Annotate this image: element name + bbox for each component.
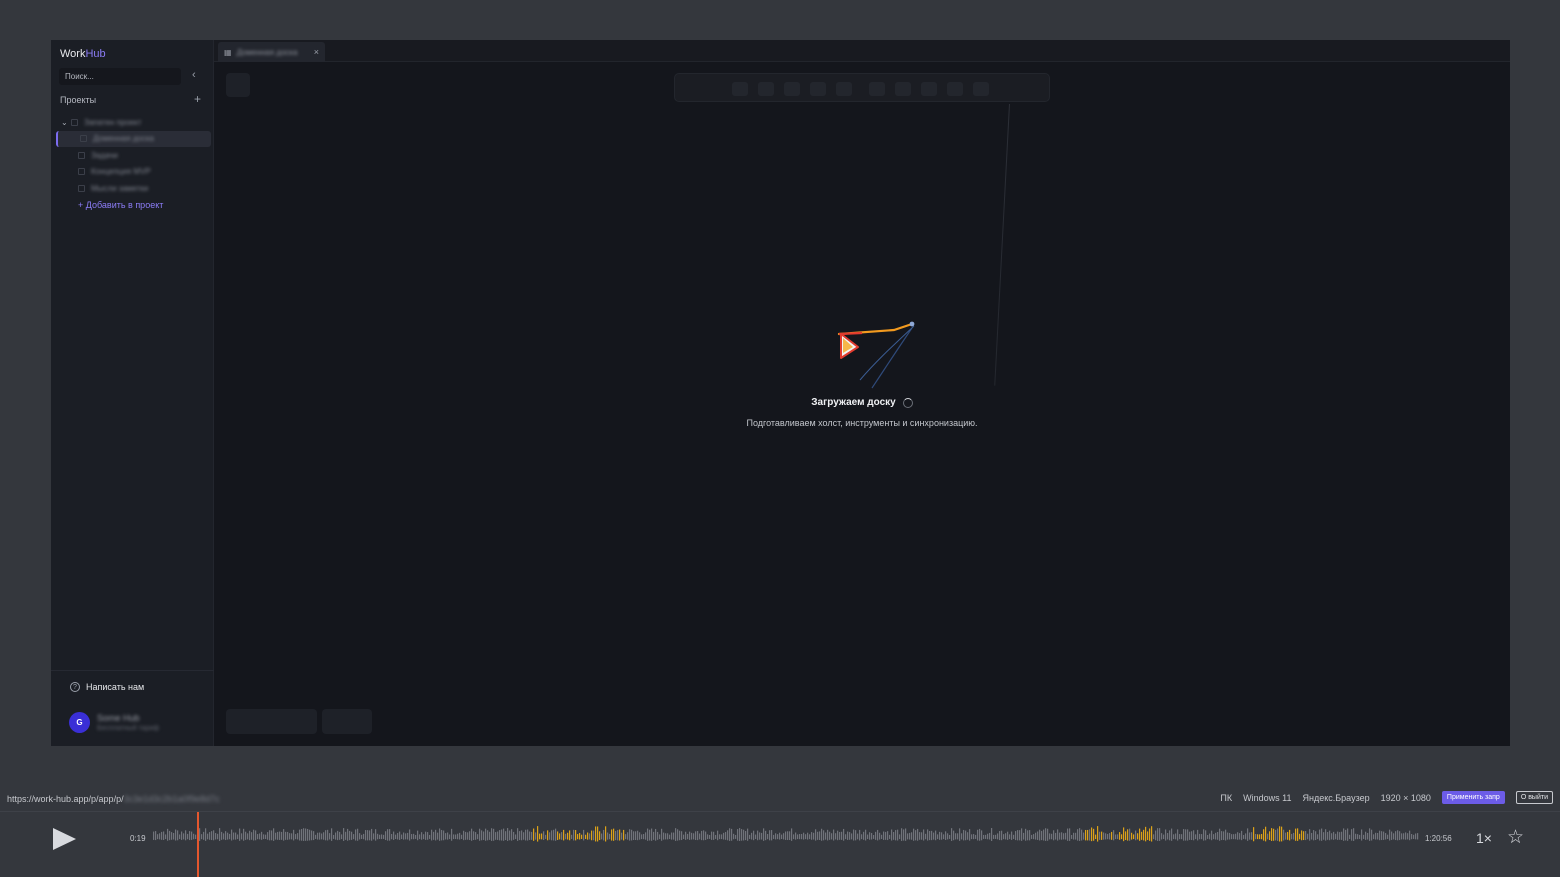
contact-us-label: Написать нам: [86, 682, 145, 692]
logo-text: Work: [60, 48, 86, 60]
add-project-icon[interactable]: +: [194, 92, 201, 106]
board-icon: [78, 151, 85, 159]
canvas-area: ▦ Доменная доска × Загружаем доску Подго…: [214, 40, 1510, 746]
loading-title-text: Загружаем доску: [811, 397, 896, 408]
tool-button[interactable]: [732, 82, 748, 96]
loading-illustration: [837, 321, 915, 389]
contact-us-button[interactable]: ? Написать нам: [70, 682, 144, 692]
tree-item-label: Задачи: [91, 150, 118, 160]
tab-board[interactable]: ▦ Доменная доска ×: [218, 42, 325, 62]
tool-button[interactable]: [947, 82, 963, 96]
board-icon: [78, 168, 85, 176]
user-profile[interactable]: G Some Hub Бесплатный тариф: [69, 712, 159, 733]
logo-accent: Hub: [85, 48, 106, 60]
tree-item-label: Концепция MVP: [91, 167, 151, 177]
projects-title: Проекты: [60, 95, 97, 105]
tool-button[interactable]: [869, 82, 885, 96]
help-icon: ?: [70, 682, 80, 692]
tree-project[interactable]: ⌄ Запатен проект: [51, 114, 214, 131]
sidebar: WorkHub Поиск... ‹ Проекты + ⌄ Запатен п…: [51, 40, 214, 746]
tree-item-label: Доменная доска: [93, 134, 154, 144]
tool-button[interactable]: [973, 82, 989, 96]
browser-name: Яндекс.Браузер: [1302, 792, 1370, 803]
user-plan: Бесплатный тариф: [97, 725, 160, 732]
loading-state: Загружаем доску Подготавливаем холст, ин…: [214, 310, 1510, 428]
playback-speed[interactable]: 1×: [1476, 830, 1492, 846]
tree-item[interactable]: Задачи: [51, 147, 214, 164]
session-meta: ПК Windows 11 Яндекс.Браузер 1920 × 1080…: [1220, 791, 1553, 804]
undo-redo-controls[interactable]: [322, 709, 372, 734]
tool-button[interactable]: [895, 82, 911, 96]
tool-button[interactable]: [810, 82, 826, 96]
add-to-project-label: + Добавить в проект: [78, 199, 164, 210]
loading-title: Загружаем доску: [811, 397, 913, 408]
tab-label: Доменная доска: [236, 47, 298, 57]
menu-button[interactable]: [226, 73, 250, 97]
avatar: G: [69, 712, 90, 733]
player-divider: [0, 811, 1560, 812]
tree-item-active[interactable]: Доменная доска: [56, 130, 211, 147]
user-name: Some Hub: [97, 713, 140, 723]
project-tree: ⌄ Запатен проект Доменная доска Задачи К…: [51, 114, 214, 213]
star-icon[interactable]: ☆: [1507, 826, 1524, 849]
device-type: ПК: [1220, 792, 1233, 803]
zoom-controls[interactable]: [226, 709, 317, 734]
tree-item-label: Мысли заметки: [91, 183, 149, 193]
board-icon: [80, 135, 87, 143]
tree-item[interactable]: Мысли заметки: [51, 180, 214, 197]
spinner-icon: [902, 397, 913, 408]
play-button[interactable]: [53, 828, 76, 850]
app-window: WorkHub Поиск... ‹ Проекты + ⌄ Запатен п…: [51, 40, 1510, 746]
apply-badge[interactable]: Применить запр: [1441, 791, 1505, 804]
url-text: https://work-hub.app/p/app/p/: [7, 794, 124, 804]
board-icon: [78, 184, 85, 192]
tree-item[interactable]: Концепция MVP: [51, 164, 214, 181]
add-to-project-link[interactable]: + Добавить в проект: [51, 197, 214, 214]
sidebar-divider: [51, 670, 214, 671]
url-hidden-part: 3c3e1d3c2b1a0f9e8d7c: [123, 794, 220, 804]
board-toolbar: [674, 73, 1050, 102]
os-name: Windows 11: [1243, 792, 1292, 803]
search-input[interactable]: Поиск...: [59, 68, 181, 85]
tool-button[interactable]: [921, 82, 937, 96]
total-time: 1:20:56: [1425, 834, 1452, 843]
user-info: Some Hub Бесплатный тариф: [97, 713, 159, 732]
tree-project-label: Запатен проект: [84, 117, 142, 127]
tool-button[interactable]: [758, 82, 774, 96]
session-url[interactable]: https://work-hub.app/p/app/p/ 3c3e1d3c2b…: [7, 794, 220, 804]
tool-button[interactable]: [784, 82, 800, 96]
playhead[interactable]: [197, 812, 199, 877]
tab-bar: ▦ Доменная доска ×: [214, 40, 1510, 62]
activity-timeline[interactable]: [153, 824, 1419, 852]
tool-button[interactable]: [836, 82, 852, 96]
current-time: 0:19: [130, 834, 146, 843]
screen-resolution: 1920 × 1080: [1380, 792, 1431, 803]
board-icon: ▦: [224, 47, 232, 57]
loading-subtitle: Подготавливаем холст, инструменты и синх…: [746, 418, 978, 428]
app-logo: WorkHub: [60, 48, 106, 60]
close-icon[interactable]: ×: [314, 47, 319, 57]
folder-icon: [71, 118, 78, 126]
chevron-down-icon[interactable]: ⌄: [61, 118, 71, 127]
collapse-sidebar-icon[interactable]: ‹: [192, 69, 196, 81]
exit-button[interactable]: О выйти: [1515, 791, 1553, 804]
